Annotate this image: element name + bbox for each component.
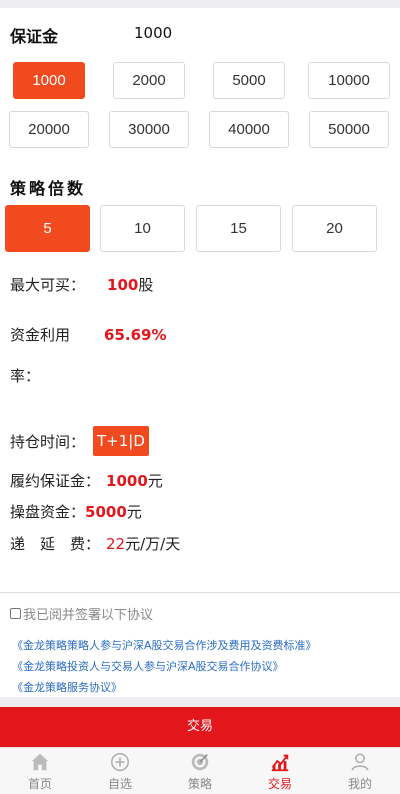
utilization-label-cont: 率： — [10, 367, 41, 385]
deposit-option-50000[interactable]: 50000 — [309, 111, 389, 148]
defer-label: 递 延 费： — [10, 535, 101, 553]
plus-circle-icon — [111, 752, 129, 771]
max-buy-label: 最大可买： — [10, 276, 86, 294]
agreement-link-fees[interactable]: 《金龙策略策略人参与沪深A股交易合作涉及费用及资费标准》 — [12, 637, 317, 653]
agreement-text: 我已阅并签署以下协议 — [23, 608, 154, 623]
tab-watchlist-label: 自选 — [107, 776, 132, 791]
deposit-label: 保证金 — [10, 27, 59, 46]
defer-unit: 元/万/天 — [125, 535, 181, 553]
tab-profile[interactable]: 我的 — [320, 748, 400, 794]
margin-row: 履约保证金： 1000元 — [10, 470, 163, 491]
utilization-row: 资金利用 65.69% — [10, 324, 167, 345]
tab-home[interactable]: 首页 — [0, 748, 80, 794]
spacer-band — [0, 697, 400, 707]
deposit-option-20000[interactable]: 20000 — [9, 111, 89, 148]
chart-icon — [271, 754, 289, 771]
max-buy-row: 最大可买： 100股 — [10, 274, 153, 295]
tab-strategy-label: 策略 — [187, 776, 212, 791]
deposit-option-30000[interactable]: 30000 — [109, 111, 189, 148]
fund-unit: 元 — [126, 503, 142, 521]
margin-value: 1000 — [106, 472, 148, 490]
multiplier-option-20[interactable]: 20 — [292, 205, 377, 252]
fund-value: 5000 — [85, 503, 127, 521]
margin-label: 履约保证金： — [10, 472, 101, 490]
multiplier-option-5[interactable]: 5 — [5, 205, 90, 252]
target-icon — [191, 753, 209, 770]
multiplier-title: 策略倍数 — [10, 179, 87, 198]
hold-label: 持仓时间： — [10, 432, 86, 451]
hold-row: 持仓时间： T+1|D — [10, 426, 149, 456]
max-buy-unit: 股 — [138, 276, 154, 294]
deposit-option-40000[interactable]: 40000 — [209, 111, 289, 148]
agreement-checkbox[interactable] — [10, 608, 21, 619]
tab-watchlist[interactable]: 自选 — [80, 748, 160, 794]
trade-button[interactable]: 交易 — [0, 707, 400, 747]
bottom-tab-bar: 首页 自选 策略 交易 我的 — [0, 747, 400, 794]
top-bar — [0, 0, 400, 8]
fund-label: 操盘资金： — [10, 503, 86, 521]
utilization-label: 资金利用 — [10, 326, 71, 344]
deposit-option-10000[interactable]: 10000 — [308, 62, 390, 99]
margin-unit: 元 — [147, 472, 163, 490]
divider — [0, 592, 400, 593]
home-icon — [31, 753, 49, 770]
agreement-link-cooperation[interactable]: 《金龙策略投资人与交易人参与沪深A股交易合作协议》 — [12, 658, 284, 674]
multiplier-option-15[interactable]: 15 — [196, 205, 281, 252]
tab-profile-label: 我的 — [347, 776, 372, 791]
tab-trade[interactable]: 交易 — [240, 748, 320, 794]
deposit-option-1000[interactable]: 1000 — [13, 62, 85, 99]
max-buy-value: 100 — [107, 276, 139, 294]
deposit-input[interactable] — [134, 20, 334, 46]
agreement-row[interactable]: 我已阅并签署以下协议 — [10, 604, 153, 623]
tab-strategy[interactable]: 策略 — [160, 748, 240, 794]
tab-trade-label: 交易 — [267, 776, 292, 791]
deposit-row: 保证金 — [10, 20, 390, 46]
tab-home-label: 首页 — [27, 776, 52, 791]
defer-row: 递 延 费： 22元/万/天 — [10, 533, 180, 554]
agreement-link-service[interactable]: 《金龙策略服务协议》 — [12, 679, 122, 695]
deposit-option-5000[interactable]: 5000 — [213, 62, 285, 99]
fund-row: 操盘资金：5000元 — [10, 501, 142, 522]
defer-value: 22 — [106, 535, 126, 553]
user-icon — [351, 752, 369, 771]
multiplier-option-10[interactable]: 10 — [100, 205, 185, 252]
deposit-option-2000[interactable]: 2000 — [113, 62, 185, 99]
utilization-value: 65.69% — [104, 326, 167, 344]
hold-badge: T+1|D — [93, 426, 149, 456]
